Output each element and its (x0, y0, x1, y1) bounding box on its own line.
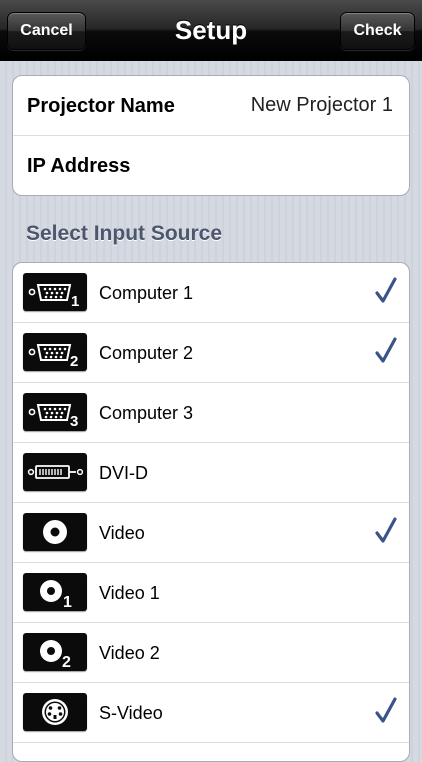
projector-name-row[interactable]: Projector Name New Projector 1 (13, 76, 409, 136)
navigation-bar: Setup Cancel Check (0, 0, 422, 61)
source-row-dvi-d[interactable]: DVI-D (13, 443, 409, 503)
projector-info-group: Projector Name New Projector 1 IP Addres… (12, 75, 410, 196)
source-row-computer-1[interactable]: 1 Computer 1 (13, 263, 409, 323)
video-2-icon: 2 (23, 633, 87, 671)
source-label: Video 1 (99, 583, 160, 603)
checkmark-icon (375, 337, 397, 363)
source-row-computer-2[interactable]: 2 Computer 2 (13, 323, 409, 383)
video-icon (23, 513, 87, 551)
source-label: DVI-D (99, 463, 148, 483)
svg-text:1: 1 (63, 594, 72, 611)
vga-2-icon: 2 (23, 333, 87, 371)
ip-address-label: IP Address (27, 155, 131, 177)
source-row-video-2[interactable]: 2 Video 2 (13, 623, 409, 683)
checkmark-icon (375, 277, 397, 303)
source-row-video-1[interactable]: 1 Video 1 (13, 563, 409, 623)
source-row-s-video[interactable]: S-Video (13, 683, 409, 743)
source-label: S-Video (99, 703, 163, 723)
projector-name-value: New Projector 1 (250, 94, 393, 116)
check-button[interactable]: Check (340, 12, 415, 50)
source-label: Computer 2 (99, 343, 194, 363)
svg-text:3: 3 (70, 413, 78, 430)
source-row-video[interactable]: Video (13, 503, 409, 563)
vga-1-icon: 1 (23, 273, 87, 311)
source-label: Computer 1 (99, 283, 194, 303)
svg-text:1: 1 (71, 293, 79, 310)
vga-3-icon: 3 (23, 393, 87, 431)
svg-text:2: 2 (70, 353, 78, 370)
input-source-list: 1 Computer 1 2 Computer 2 3 Computer 3 D… (12, 262, 410, 762)
source-label: Computer 3 (99, 403, 194, 423)
source-label: Video 2 (99, 643, 160, 663)
section-header: Select Input Source (26, 222, 223, 245)
video-1-icon: 1 (23, 573, 87, 611)
svg-text:2: 2 (62, 654, 71, 671)
checkmark-icon (375, 697, 397, 723)
s-video-icon (23, 693, 87, 731)
source-label: Video (99, 523, 145, 543)
dvi-icon (23, 453, 87, 491)
source-row-computer-3[interactable]: 3 Computer 3 (13, 383, 409, 443)
checkmark-icon (375, 517, 397, 543)
projector-name-label: Projector Name (27, 95, 175, 117)
cancel-button[interactable]: Cancel (7, 12, 86, 50)
ip-address-row[interactable]: IP Address (13, 136, 409, 195)
